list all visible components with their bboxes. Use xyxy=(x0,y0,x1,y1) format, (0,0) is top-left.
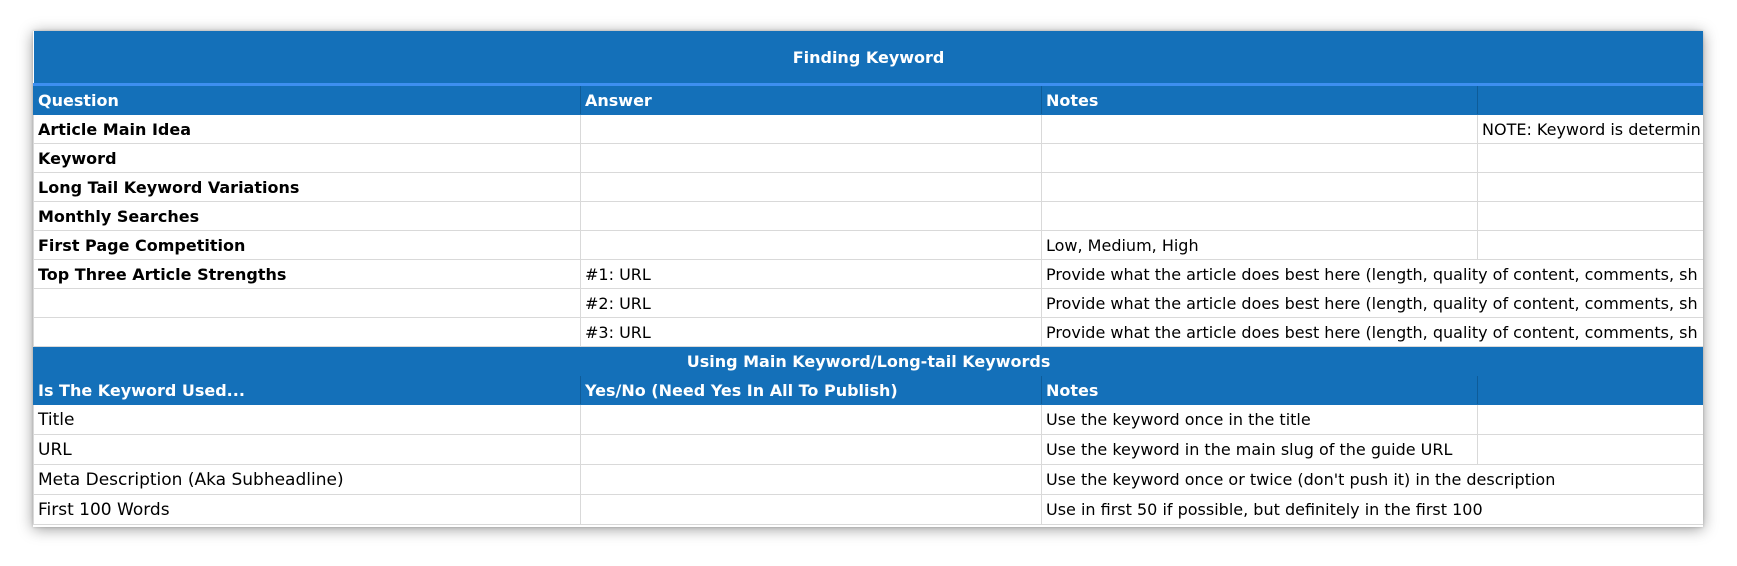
keyword-check-cell[interactable]: Meta Description (Aka Subheadline) xyxy=(33,464,581,495)
table-row: Title Use the keyword once in the title xyxy=(33,404,1703,435)
table-row: Monthly Searches xyxy=(33,201,1703,231)
answer-cell[interactable] xyxy=(580,114,1042,144)
table-row: URL Use the keyword in the main slug of … xyxy=(33,434,1703,465)
question-cell[interactable]: First Page Competition xyxy=(33,230,581,260)
extra-cell[interactable] xyxy=(1476,404,1703,435)
question-cell[interactable]: Top Three Article Strengths xyxy=(33,259,581,289)
extra-cell[interactable] xyxy=(1476,201,1703,231)
keyword-table: Finding Keyword Question Answer Notes Ar… xyxy=(33,31,1703,525)
section2-title-row: Using Main Keyword/Long-tail Keywords xyxy=(33,346,1703,376)
question-cell[interactable]: Article Main Idea xyxy=(33,114,581,144)
table-row: First Page Competition Low, Medium, High xyxy=(33,230,1703,260)
notes-cell[interactable]: Provide what the article does best here … xyxy=(1040,317,1703,347)
answer-cell[interactable]: #3: URL xyxy=(580,317,1042,347)
yes-no-cell[interactable] xyxy=(580,464,1042,495)
title-row: Finding Keyword xyxy=(33,31,1703,86)
header-extra[interactable] xyxy=(1476,375,1703,405)
yes-no-cell[interactable] xyxy=(580,434,1042,465)
notes-cell[interactable]: Use the keyword once or twice (don't pus… xyxy=(1040,464,1703,495)
answer-cell[interactable] xyxy=(580,201,1042,231)
notes-cell[interactable]: Provide what the article does best here … xyxy=(1040,259,1703,289)
question-cell[interactable]: Long Tail Keyword Variations xyxy=(33,172,581,202)
header-yes-no[interactable]: Yes/No (Need Yes In All To Publish) xyxy=(580,375,1042,405)
notes-cell[interactable]: Low, Medium, High xyxy=(1041,230,1478,260)
answer-cell[interactable] xyxy=(580,230,1042,260)
header-notes[interactable]: Notes xyxy=(1041,84,1478,115)
extra-cell[interactable] xyxy=(1476,143,1703,173)
spreadsheet: Finding Keyword Question Answer Notes Ar… xyxy=(33,31,1703,527)
header-question[interactable]: Question xyxy=(33,84,581,115)
question-cell[interactable] xyxy=(33,288,581,318)
answer-cell[interactable]: #1: URL xyxy=(580,259,1042,289)
question-cell[interactable] xyxy=(33,317,581,347)
notes-cell[interactable]: Use in first 50 if possible, but definit… xyxy=(1040,494,1703,525)
keyword-check-cell[interactable]: Title xyxy=(33,404,581,435)
table-row: Top Three Article Strengths #1: URL Prov… xyxy=(33,259,1703,289)
notes-cell[interactable]: Use the keyword once in the title xyxy=(1041,404,1478,435)
header-keyword-used[interactable]: Is The Keyword Used... xyxy=(33,375,581,405)
notes-cell[interactable] xyxy=(1041,143,1478,173)
question-cell[interactable]: Monthly Searches xyxy=(33,201,581,231)
answer-cell[interactable]: #2: URL xyxy=(580,288,1042,318)
yes-no-cell[interactable] xyxy=(580,494,1042,525)
question-cell[interactable]: Keyword xyxy=(33,143,581,173)
table-row: Article Main Idea NOTE: Keyword is deter… xyxy=(33,114,1703,144)
table-row: First 100 Words Use in first 50 if possi… xyxy=(33,494,1703,525)
extra-cell[interactable]: NOTE: Keyword is determin xyxy=(1476,114,1703,144)
notes-cell[interactable] xyxy=(1041,114,1478,144)
extra-cell[interactable] xyxy=(1476,172,1703,202)
extra-cell[interactable] xyxy=(1476,434,1703,465)
header-extra[interactable] xyxy=(1476,84,1703,115)
section2-header-row: Is The Keyword Used... Yes/No (Need Yes … xyxy=(33,375,1703,405)
table-row: Meta Description (Aka Subheadline) Use t… xyxy=(33,464,1703,495)
keyword-check-cell[interactable]: First 100 Words xyxy=(33,494,581,525)
section2-title[interactable]: Using Main Keyword/Long-tail Keywords xyxy=(33,346,1703,376)
notes-cell[interactable] xyxy=(1041,201,1478,231)
table-row: Long Tail Keyword Variations xyxy=(33,172,1703,202)
section1-title[interactable]: Finding Keyword xyxy=(33,31,1703,86)
header-notes[interactable]: Notes xyxy=(1041,375,1478,405)
answer-cell[interactable] xyxy=(580,143,1042,173)
keyword-check-cell[interactable]: URL xyxy=(33,434,581,465)
header-answer[interactable]: Answer xyxy=(580,84,1042,115)
section1-header-row: Question Answer Notes xyxy=(33,84,1703,115)
yes-no-cell[interactable] xyxy=(580,404,1042,435)
notes-cell[interactable] xyxy=(1041,172,1478,202)
table-row: #2: URL Provide what the article does be… xyxy=(33,288,1703,318)
table-row: Keyword xyxy=(33,143,1703,173)
answer-cell[interactable] xyxy=(580,172,1042,202)
notes-cell[interactable]: Provide what the article does best here … xyxy=(1040,288,1703,318)
extra-cell[interactable] xyxy=(1476,230,1703,260)
table-row: #3: URL Provide what the article does be… xyxy=(33,317,1703,347)
notes-cell[interactable]: Use the keyword in the main slug of the … xyxy=(1041,434,1478,465)
